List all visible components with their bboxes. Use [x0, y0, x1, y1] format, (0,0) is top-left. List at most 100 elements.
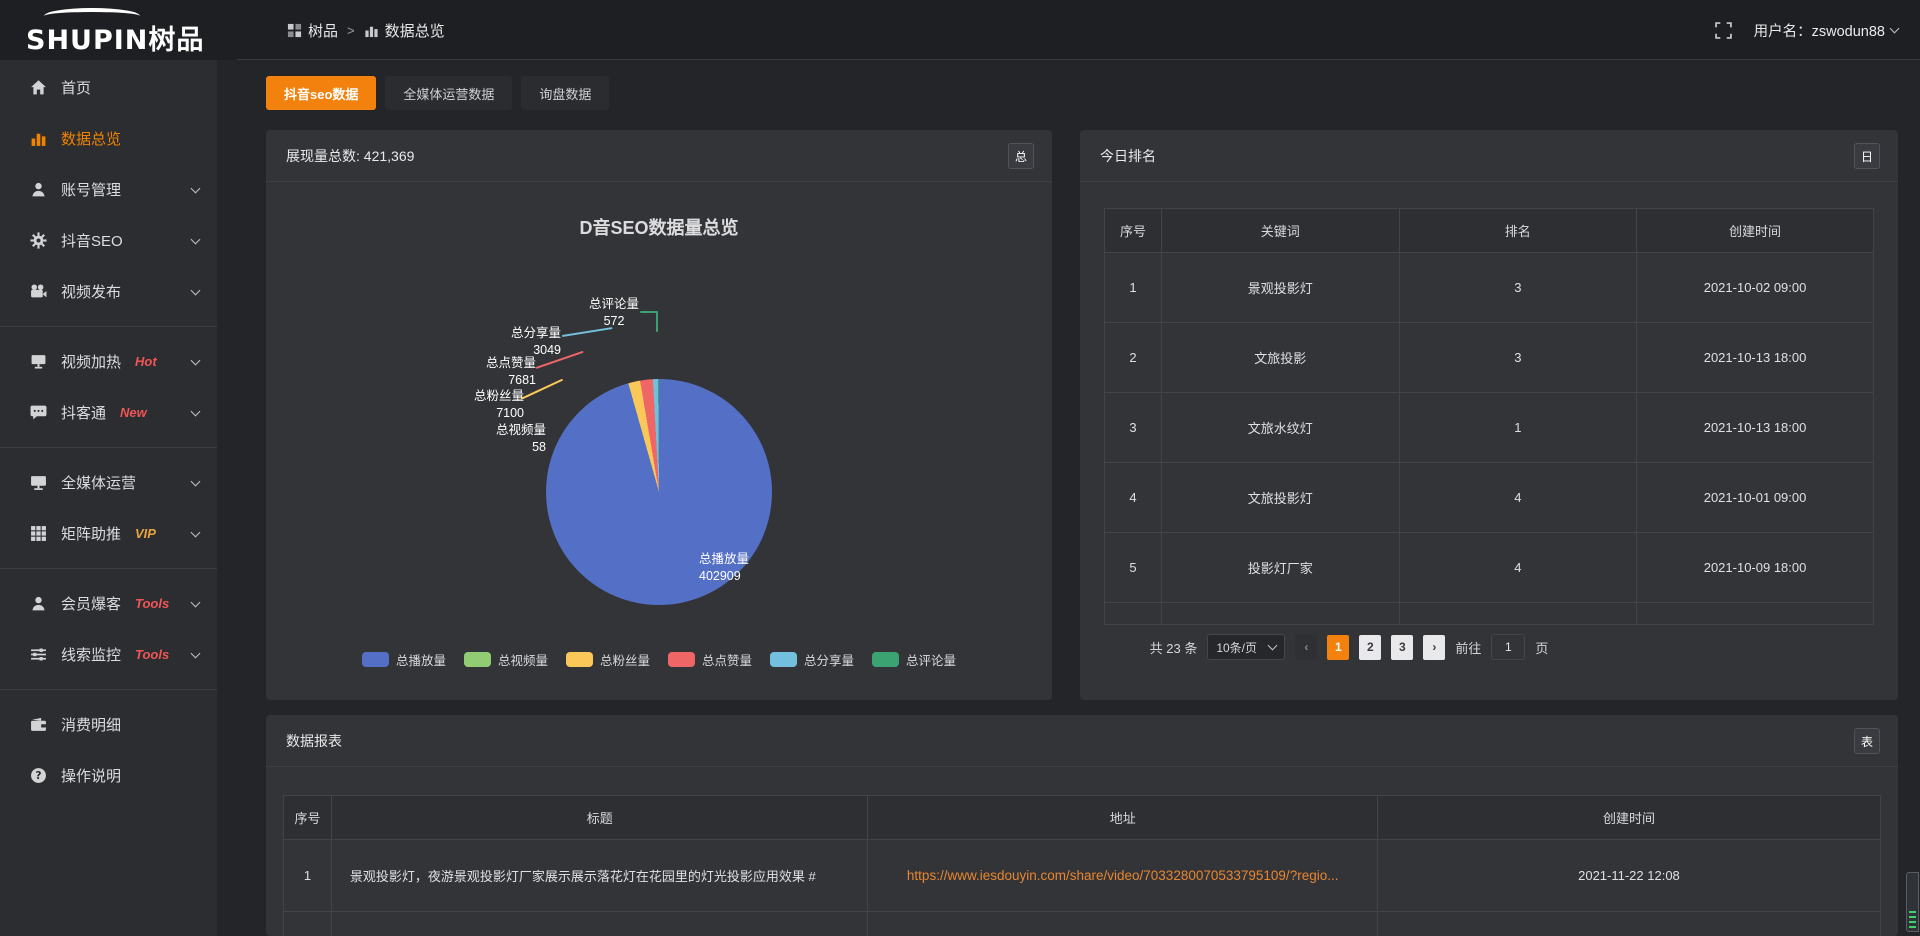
- ranking-panel-header: 今日排名 日: [1080, 130, 1898, 182]
- table-row-partial: [1105, 603, 1874, 625]
- table-row: 1 景观投影灯，夜游景观投影灯厂家展示展示落花灯在花园里的灯光投影应用效果 # …: [284, 840, 1881, 912]
- sidebar-item-label: 视频发布: [61, 281, 121, 302]
- ranking-table: 序号 关键词 排名 创建时间 1景观投影灯32021-10-02 09:00 2…: [1104, 208, 1874, 625]
- sidebar-item-consumption[interactable]: 消费明细: [0, 699, 217, 750]
- legend-chip: [668, 652, 695, 667]
- page-button-2[interactable]: 2: [1359, 635, 1381, 660]
- username-text: 用户名：zswodun88: [1754, 20, 1885, 41]
- goto-suffix: 页: [1535, 638, 1548, 657]
- sidebar-item-label: 消费明细: [61, 714, 121, 735]
- tools-tag: Tools: [135, 596, 169, 611]
- tab-douyin-seo[interactable]: 抖音seo数据: [266, 76, 376, 110]
- legend-label: 总视频量: [498, 650, 548, 669]
- sidebar-item-label: 操作说明: [61, 765, 121, 786]
- breadcrumb-separator: >: [347, 23, 355, 38]
- bar-chart-icon: [30, 130, 47, 147]
- legend-item[interactable]: 总分享量: [770, 650, 854, 669]
- sidebar-item-label: 首页: [61, 77, 91, 98]
- sidebar-item-douyin-seo[interactable]: 抖音SEO: [0, 215, 217, 266]
- sidebar-item-label: 会员爆客: [61, 593, 121, 614]
- day-badge-button[interactable]: 日: [1854, 143, 1880, 169]
- total-badge-button[interactable]: 总: [1008, 143, 1034, 169]
- sidebar-item-lead-monitor[interactable]: 线索监控 Tools: [0, 629, 217, 680]
- sidebar: 首页 数据总览 账号管理 抖音SEO 视频发布 视频加热 Hot 抖客通 New…: [0, 60, 217, 936]
- report-panel: 数据报表 表 序号 标题 地址 创建时间 1 景观投影灯，夜游景观投影灯厂家展示…: [266, 715, 1898, 936]
- sidebar-item-matrix-boost[interactable]: 矩阵助推 VIP: [0, 508, 217, 559]
- breadcrumb-label: 树品: [308, 20, 338, 41]
- fullscreen-icon[interactable]: [1715, 22, 1732, 39]
- col-title: 标题: [331, 796, 868, 840]
- legend-item[interactable]: 总点赞量: [668, 650, 752, 669]
- legend-item[interactable]: 总视频量: [464, 650, 548, 669]
- sidebar-item-label: 矩阵助推: [61, 523, 121, 544]
- page-button-3[interactable]: 3: [1391, 635, 1413, 660]
- top-header: SHUPIN树品 树品 > 数据总览 用户名：zswodun88: [0, 0, 1920, 60]
- panel-title: 今日排名: [1100, 146, 1156, 166]
- stat-label: 展现量总数:: [286, 146, 360, 166]
- user-dropdown[interactable]: 用户名：zswodun88: [1754, 20, 1898, 41]
- breadcrumb-current[interactable]: 数据总览: [364, 20, 445, 41]
- breadcrumb: 树品 > 数据总览: [287, 0, 445, 60]
- user-area: 用户名：zswodun88: [1715, 0, 1898, 60]
- sidebar-item-label: 抖音SEO: [61, 230, 123, 251]
- grid-icon: [287, 23, 302, 38]
- breadcrumb-label: 数据总览: [385, 20, 445, 41]
- sidebar-item-video-publish[interactable]: 视频发布: [0, 266, 217, 317]
- table-badge-button[interactable]: 表: [1854, 728, 1880, 754]
- table-row: 3文旅水纹灯12021-10-13 18:00: [1105, 393, 1874, 463]
- legend-label: 总点赞量: [702, 650, 752, 669]
- pie-label-fans: 总粉丝量7100: [404, 388, 524, 422]
- stat-value: 421,369: [364, 148, 415, 164]
- sidebar-item-douketong[interactable]: 抖客通 New: [0, 387, 217, 438]
- monitor-icon: [30, 474, 47, 491]
- legend-chip: [464, 652, 491, 667]
- page-size-select[interactable]: 10条/页: [1207, 634, 1285, 660]
- page-size-value: 10条/页: [1216, 639, 1257, 656]
- screen-heat-icon: [30, 353, 47, 370]
- page-button-1[interactable]: 1: [1327, 635, 1349, 660]
- sidebar-item-data-overview[interactable]: 数据总览: [0, 113, 217, 164]
- header-divider: [237, 59, 1920, 60]
- chat-bubble-icon: [30, 404, 47, 421]
- chevron-down-icon: [191, 285, 201, 295]
- video-url-link[interactable]: https://www.iesdouyin.com/share/video/70…: [907, 868, 1339, 883]
- col-created: 创建时间: [1637, 209, 1874, 253]
- breadcrumb-home[interactable]: 树品: [287, 20, 338, 41]
- sidebar-item-instructions[interactable]: ? 操作说明: [0, 750, 217, 801]
- floating-service-widget[interactable]: [1906, 872, 1919, 932]
- vip-tag: VIP: [135, 526, 156, 541]
- sidebar-item-video-heat[interactable]: 视频加热 Hot: [0, 336, 217, 387]
- next-page-button[interactable]: ›: [1423, 635, 1445, 660]
- sidebar-item-member-burst[interactable]: 会员爆客 Tools: [0, 578, 217, 629]
- pie-label-videos: 总视频量58: [426, 422, 546, 456]
- prev-page-button[interactable]: ‹: [1295, 635, 1317, 660]
- goto-page-input[interactable]: [1491, 634, 1525, 660]
- sidebar-item-omnimedia[interactable]: 全媒体运营: [0, 457, 217, 508]
- logo-text: SHUPIN树品: [26, 18, 204, 57]
- table-row-partial: [284, 912, 1881, 936]
- report-table: 序号 标题 地址 创建时间 1 景观投影灯，夜游景观投影灯厂家展示展示落花灯在花…: [283, 795, 1881, 936]
- legend-item[interactable]: 总播放量: [362, 650, 446, 669]
- table-row: 2文旅投影32021-10-13 18:00: [1105, 323, 1874, 393]
- hot-tag: Hot: [135, 354, 157, 369]
- sidebar-divider: [0, 326, 217, 327]
- table-row: 1景观投影灯32021-10-02 09:00: [1105, 253, 1874, 323]
- chevron-down-icon: [191, 648, 201, 658]
- chevron-down-icon: [191, 597, 201, 607]
- sidebar-item-label: 抖客通: [61, 402, 106, 423]
- table-header-row: 序号 标题 地址 创建时间: [284, 796, 1881, 840]
- sidebar-divider: [0, 689, 217, 690]
- chart-legend: 总播放量总视频量总粉丝量总点赞量总分享量总评论量: [266, 650, 1052, 669]
- sidebar-item-home[interactable]: 首页: [0, 62, 217, 113]
- legend-chip: [566, 652, 593, 667]
- tab-inquiry-data[interactable]: 询盘数据: [521, 76, 609, 110]
- col-keyword: 关键词: [1161, 209, 1399, 253]
- table-row: 5投影灯厂家42021-10-09 18:00: [1105, 533, 1874, 603]
- app-logo[interactable]: SHUPIN树品: [26, 6, 216, 56]
- report-panel-header: 数据报表 表: [266, 715, 1898, 767]
- legend-item[interactable]: 总粉丝量: [566, 650, 650, 669]
- sidebar-item-account[interactable]: 账号管理: [0, 164, 217, 215]
- legend-label: 总粉丝量: [600, 650, 650, 669]
- tab-omnimedia-data[interactable]: 全媒体运营数据: [385, 76, 512, 110]
- sidebar-item-label: 账号管理: [61, 179, 121, 200]
